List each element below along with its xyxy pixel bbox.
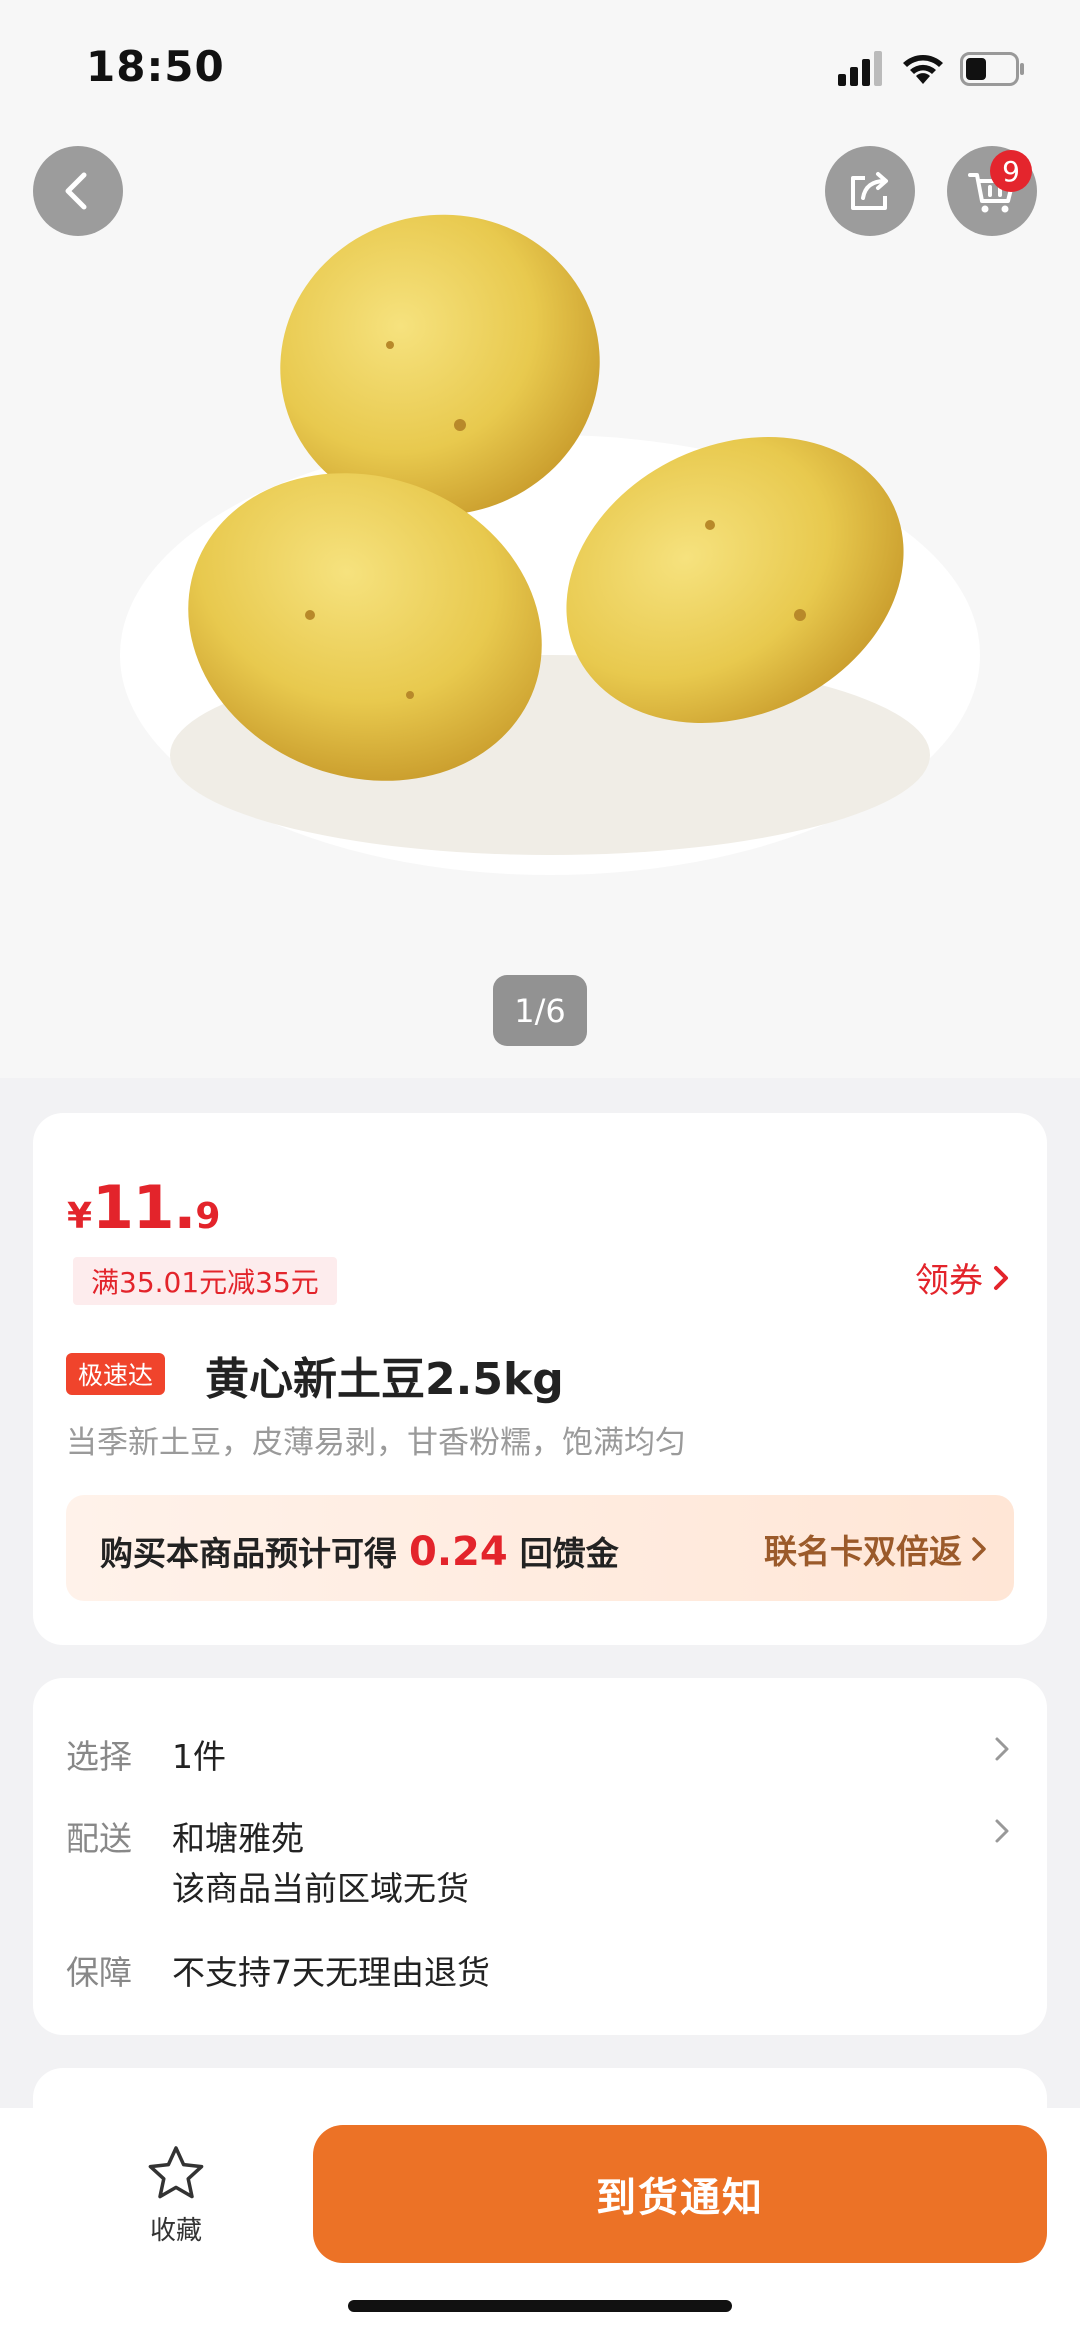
cart-badge: 9 xyxy=(990,150,1032,192)
get-coupon-label: 领券 xyxy=(915,1261,983,1301)
favorite-button[interactable]: 收藏 xyxy=(136,2144,216,2247)
price-currency: ¥ xyxy=(67,1196,93,1237)
product-info-card: ¥11.9 满35.01元减35元 领券 极速达 黄心新土豆2.5kg 当季新土… xyxy=(33,1113,1047,1645)
back-icon xyxy=(65,172,87,210)
reward-prefix: 购买本商品预计可得 xyxy=(100,1534,397,1573)
battery-icon xyxy=(960,52,1024,86)
chevron-right-icon xyxy=(994,1265,1008,1290)
guarantee-row: 保障 不支持7天无理由退货 xyxy=(66,1946,1011,1996)
wifi-icon xyxy=(903,55,943,84)
reward-amount: 0.24 xyxy=(409,1529,508,1575)
chevron-right-icon xyxy=(995,1819,1009,1843)
product-gallery[interactable]: 18:50 9 1/6 xyxy=(0,0,1080,1078)
product-subtitle: 当季新土豆，皮薄易剥，甘香粉糯，饱满均匀 xyxy=(66,1425,686,1461)
select-label: 选择 xyxy=(66,1737,132,1776)
price-decimal: 9 xyxy=(195,1196,221,1237)
options-card: 选择 1件 配送 和塘雅苑 该商品当前区域无货 保障 不支持7天无理由退货 xyxy=(33,1678,1047,2035)
gallery-pager: 1/6 xyxy=(493,975,587,1046)
status-time: 18:50 xyxy=(86,42,225,91)
chevron-right-icon xyxy=(972,1537,986,1561)
coupon-tag: 满35.01元减35元 xyxy=(73,1257,337,1305)
cobrand-card-link[interactable]: 联名卡双倍返 xyxy=(764,1525,988,1573)
delivery-address: 和塘雅苑 xyxy=(172,1819,304,1858)
product-title: 黄心新土豆2.5kg xyxy=(205,1354,564,1405)
delivery-note: 该商品当前区域无货 xyxy=(172,1869,469,1908)
select-row[interactable]: 选择 1件 xyxy=(66,1730,1011,1780)
get-coupon-link[interactable]: 领券 xyxy=(915,1253,1011,1302)
delivery-label: 配送 xyxy=(66,1819,132,1858)
arrival-notify-button[interactable]: 到货通知 xyxy=(313,2125,1047,2263)
reward-text: 购买本商品预计可得 0.24 回馈金 xyxy=(100,1527,619,1575)
price: ¥11.9 xyxy=(67,1173,220,1243)
home-indicator xyxy=(348,2300,732,2312)
express-tag: 极速达 xyxy=(66,1353,166,1395)
select-value: 1件 xyxy=(172,1737,226,1776)
guarantee-label: 保障 xyxy=(66,1953,132,1992)
reward-banner[interactable]: 购买本商品预计可得 0.24 回馈金 联名卡双倍返 xyxy=(66,1495,1014,1601)
product-image xyxy=(120,214,980,875)
price-integer: 11. xyxy=(92,1173,196,1243)
cobrand-card-label: 联名卡双倍返 xyxy=(764,1532,962,1571)
delivery-row[interactable]: 配送 和塘雅苑 该商品当前区域无货 xyxy=(66,1812,1011,1912)
status-bar: 18:50 xyxy=(0,0,1080,130)
chevron-right-icon xyxy=(995,1737,1009,1761)
favorite-label: 收藏 xyxy=(149,2216,202,2246)
reward-suffix: 回馈金 xyxy=(519,1534,619,1573)
guarantee-value: 不支持7天无理由退货 xyxy=(172,1953,490,1992)
star-icon xyxy=(148,2146,204,2199)
signal-icon xyxy=(838,51,882,86)
